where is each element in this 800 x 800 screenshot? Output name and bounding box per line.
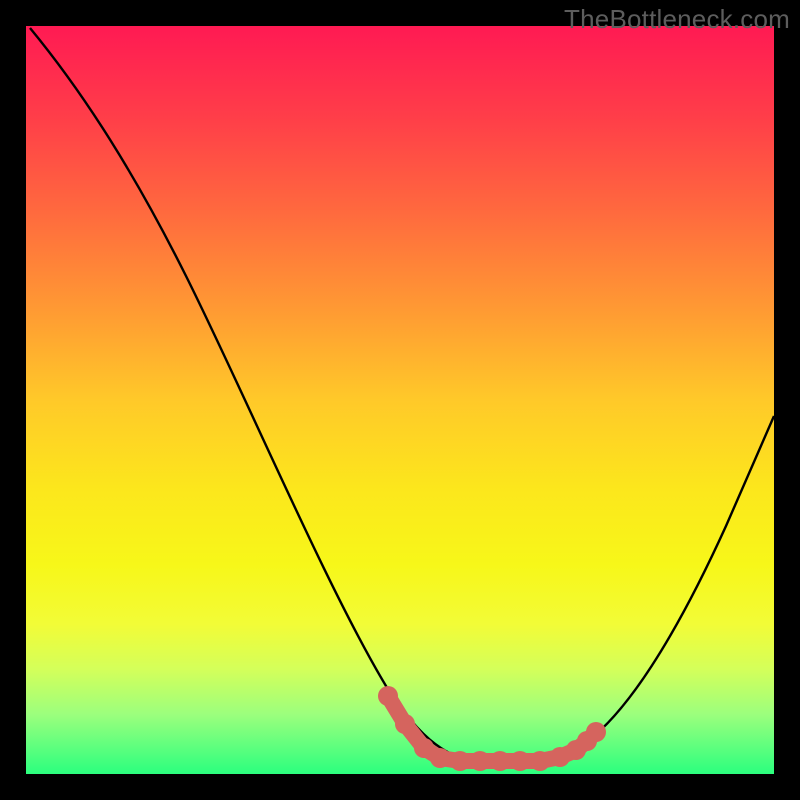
optimal-marker-dot <box>450 751 470 771</box>
optimal-marker-dot <box>395 714 415 734</box>
optimal-marker-dot <box>530 751 550 771</box>
optimal-marker-dot <box>378 686 398 706</box>
watermark-text: TheBottleneck.com <box>564 4 790 35</box>
optimal-marker-dot <box>470 751 490 771</box>
optimal-marker-dot <box>510 751 530 771</box>
chart-plot-area <box>26 26 774 774</box>
optimal-marker-dot <box>490 751 510 771</box>
optimal-marker-dot <box>430 748 450 768</box>
optimal-range-markers <box>26 26 774 774</box>
optimal-marker-dot <box>586 722 606 742</box>
